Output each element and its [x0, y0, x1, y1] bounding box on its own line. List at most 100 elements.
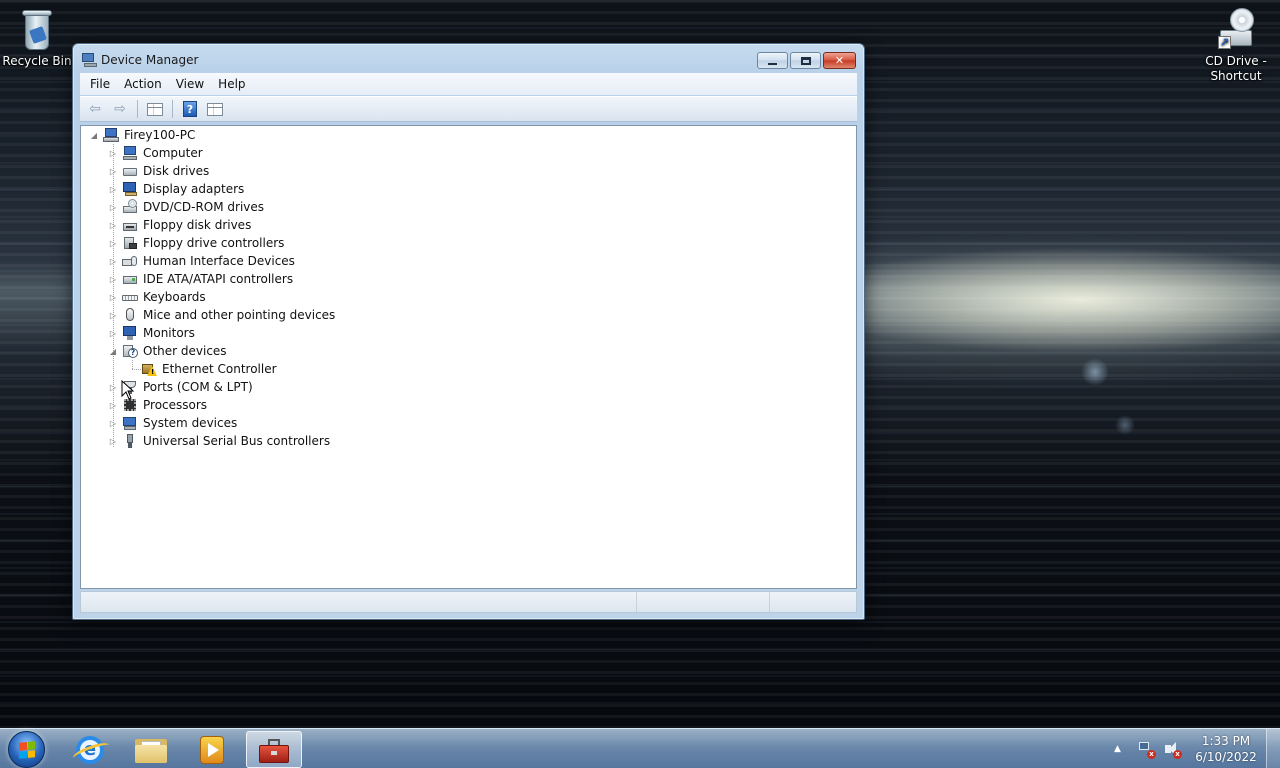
- expand-icon[interactable]: ▷: [108, 184, 118, 194]
- expand-icon[interactable]: ▷: [108, 328, 118, 338]
- help-icon: ?: [183, 101, 197, 117]
- tree-item-label: Mice and other pointing devices: [143, 308, 336, 322]
- status-cell: [770, 592, 856, 612]
- tree-item-computer[interactable]: ▷ Computer: [108, 144, 203, 162]
- collapse-icon[interactable]: ◢: [108, 346, 118, 356]
- status-cell: [81, 592, 638, 612]
- expand-icon[interactable]: ▷: [108, 220, 118, 230]
- system-devices-icon: [122, 415, 138, 431]
- tree-item-label: Floppy disk drives: [143, 218, 252, 232]
- expand-icon[interactable]: ▷: [108, 310, 118, 320]
- desktop-icon-cd-drive-shortcut[interactable]: ↗ CD Drive - Shortcut: [1199, 8, 1273, 84]
- expand-collapse-icon[interactable]: ◢: [89, 130, 99, 140]
- start-button[interactable]: [8, 731, 45, 768]
- hid-icon: [122, 253, 138, 269]
- maximize-icon: [800, 56, 811, 65]
- tree-item-keyboards[interactable]: ▷ Keyboards: [108, 288, 206, 306]
- menu-view[interactable]: View: [169, 75, 211, 93]
- expand-icon[interactable]: ▷: [108, 292, 118, 302]
- minimize-icon: [768, 62, 777, 65]
- ethernet-warning-icon: !: [141, 361, 157, 377]
- taskbar-internet-explorer[interactable]: e: [62, 731, 118, 768]
- tree-item-dvd-cd-rom-drives[interactable]: ▷ DVD/CD-ROM drives: [108, 198, 264, 216]
- dvd-drive-icon: [122, 199, 138, 215]
- folder-icon: [135, 737, 167, 763]
- taskbar-media-player[interactable]: [184, 731, 240, 768]
- toolbar-separator: [172, 100, 173, 118]
- expand-icon[interactable]: ▷: [108, 148, 118, 158]
- tree-item-label: Human Interface Devices: [143, 254, 295, 268]
- expand-icon[interactable]: ▷: [108, 418, 118, 428]
- network-disconnected-icon[interactable]: x: [1138, 741, 1156, 759]
- status-cell: [637, 592, 771, 612]
- caption-buttons: ✕: [757, 52, 856, 69]
- media-player-icon: [200, 735, 224, 764]
- clock-time: 1:33 PM: [1201, 734, 1251, 748]
- properties-icon: [207, 102, 223, 116]
- back-button[interactable]: ⇦: [84, 99, 106, 119]
- cd-drive-shortcut-icon: ↗: [1216, 8, 1256, 52]
- toolbar-separator: [137, 100, 138, 118]
- tree-root[interactable]: ◢ Firey100-PC: [89, 126, 195, 144]
- maximize-button[interactable]: [790, 52, 821, 69]
- tree-item-label: Ports (COM & LPT): [143, 380, 253, 394]
- volume-muted-icon[interactable]: x: [1164, 741, 1182, 759]
- expand-icon[interactable]: ▷: [108, 256, 118, 266]
- tree-item-monitors[interactable]: ▷ Monitors: [108, 324, 195, 342]
- tree-item-label: Ethernet Controller: [162, 362, 277, 376]
- tree-item-label: Display adapters: [143, 182, 245, 196]
- close-button[interactable]: ✕: [823, 52, 856, 69]
- expand-icon[interactable]: ▷: [108, 400, 118, 410]
- tree-item-label: Processors: [143, 398, 208, 412]
- desktop-icon-label: Recycle Bin: [2, 54, 72, 68]
- menu-action[interactable]: Action: [117, 75, 169, 93]
- usb-icon: [122, 433, 138, 449]
- close-icon: ✕: [834, 54, 845, 67]
- tree-item-ethernet-controller[interactable]: ! Ethernet Controller: [141, 360, 277, 378]
- show-hide-console-tree-button[interactable]: [144, 99, 166, 119]
- tree-item-ide-controllers[interactable]: ▷ IDE ATA/ATAPI controllers: [108, 270, 293, 288]
- clock[interactable]: 1:33 PM 6/10/2022: [1190, 733, 1262, 765]
- forward-arrow-icon: ⇨: [114, 101, 126, 117]
- toolbox-icon: [259, 737, 289, 763]
- disk-drive-icon: [122, 163, 138, 179]
- windows-logo-icon: [18, 740, 35, 759]
- tree-item-floppy-drive-controllers[interactable]: ▷ Floppy drive controllers: [108, 234, 285, 252]
- show-hidden-icons-icon[interactable]: ▲: [1114, 744, 1126, 754]
- system-tray: ▲ x x 1:33 PM 6/10/2022: [1114, 729, 1280, 768]
- tree-item-system-devices[interactable]: ▷ System devices: [108, 414, 237, 432]
- expand-icon[interactable]: ▷: [108, 274, 118, 284]
- title-bar[interactable]: Device Manager ✕: [73, 44, 864, 74]
- minimize-button[interactable]: [757, 52, 788, 69]
- floppy-disk-icon: [122, 217, 138, 233]
- show-desktop-button[interactable]: [1266, 729, 1280, 768]
- taskbar-device-manager[interactable]: [246, 731, 302, 768]
- clock-date: 6/10/2022: [1195, 750, 1257, 764]
- tree-item-other-devices[interactable]: ◢ ? Other devices: [108, 342, 227, 360]
- help-button[interactable]: ?: [179, 99, 201, 119]
- tree-item-floppy-disk-drives[interactable]: ▷ Floppy disk drives: [108, 216, 251, 234]
- tree-item-mice[interactable]: ▷ Mice and other pointing devices: [108, 306, 335, 324]
- status-bar: [80, 591, 857, 613]
- tree-item-display-adapters[interactable]: ▷ Display adapters: [108, 180, 244, 198]
- forward-button[interactable]: ⇨: [109, 99, 131, 119]
- tree-item-usb-controllers[interactable]: ▷ Universal Serial Bus controllers: [108, 432, 330, 450]
- device-tree[interactable]: ◢ Firey100-PC ▷ Computer ▷ Disk drives ▷…: [80, 125, 857, 589]
- expand-icon[interactable]: ▷: [108, 436, 118, 446]
- device-manager-window: Device Manager ✕ File Action View Help ⇦…: [72, 43, 865, 620]
- expand-icon[interactable]: ▷: [108, 382, 118, 392]
- tree-item-human-interface-devices[interactable]: ▷ Human Interface Devices: [108, 252, 295, 270]
- menu-file[interactable]: File: [83, 75, 117, 93]
- tree-item-label: DVD/CD-ROM drives: [143, 200, 265, 214]
- properties-button[interactable]: [204, 99, 226, 119]
- device-manager-icon: [82, 53, 98, 67]
- menu-help[interactable]: Help: [211, 75, 252, 93]
- tree-item-disk-drives[interactable]: ▷ Disk drives: [108, 162, 209, 180]
- expand-icon[interactable]: ▷: [108, 202, 118, 212]
- expand-icon[interactable]: ▷: [108, 166, 118, 176]
- desktop-icon-recycle-bin[interactable]: Recycle Bin: [0, 8, 74, 69]
- taskbar-windows-explorer[interactable]: [123, 731, 179, 768]
- expand-icon[interactable]: ▷: [108, 238, 118, 248]
- tree-item-label: Keyboards: [143, 290, 206, 304]
- monitor-icon: [122, 325, 138, 341]
